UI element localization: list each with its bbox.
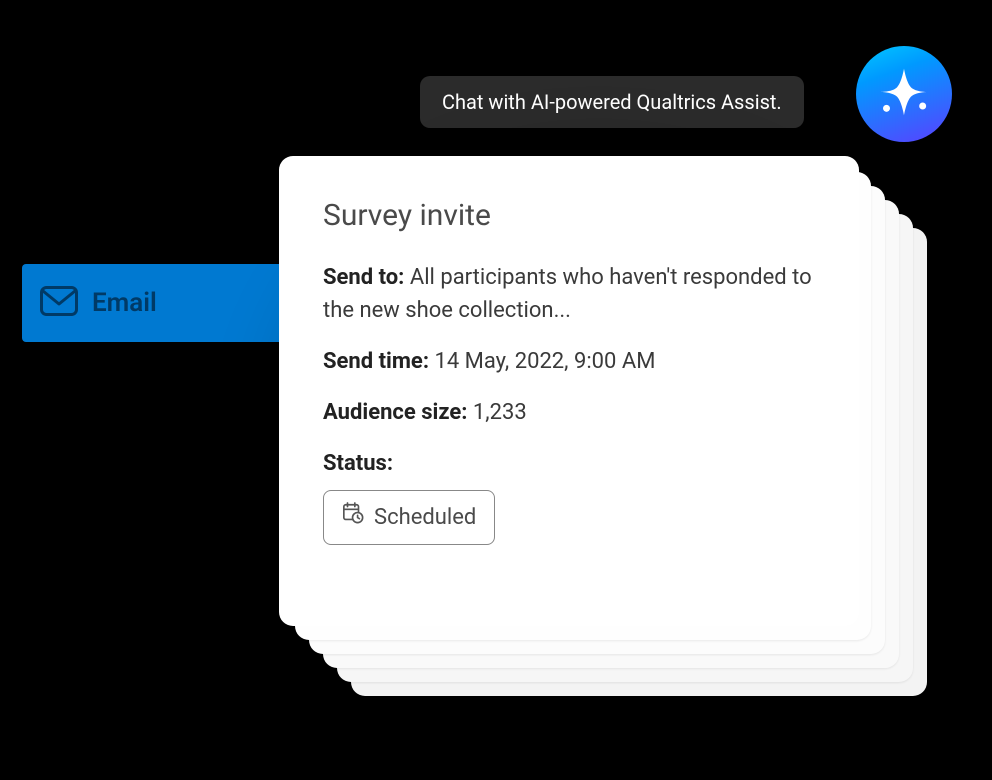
audience-size-field: Audience size: 1,233: [323, 396, 815, 429]
send-time-value: 14 May, 2022, 9:00 AM: [429, 349, 655, 374]
card-stack: Survey invite Send to: All participants …: [279, 156, 919, 696]
audience-size-value: 1,233: [467, 400, 526, 425]
send-to-field: Send to: All participants who haven't re…: [323, 261, 815, 327]
chat-tooltip-text: Chat with AI-powered Qualtrics Assist.: [442, 90, 782, 114]
send-time-field: Send time: 14 May, 2022, 9:00 AM: [323, 345, 815, 378]
audience-size-label: Audience size:: [323, 400, 467, 425]
card-title: Survey invite: [323, 198, 815, 233]
survey-invite-card: Survey invite Send to: All participants …: [279, 156, 859, 626]
status-badge-label: Scheduled: [374, 501, 476, 534]
status-label: Status:: [323, 451, 393, 476]
send-to-label: Send to:: [323, 265, 404, 290]
email-tab-label: Email: [92, 288, 157, 318]
status-field: Status: Scheduled: [323, 447, 815, 545]
sparkle-icon: [876, 64, 932, 124]
mail-icon: [40, 286, 78, 320]
calendar-clock-icon: [342, 501, 364, 534]
status-badge: Scheduled: [323, 490, 495, 545]
send-time-label: Send time:: [323, 349, 429, 374]
